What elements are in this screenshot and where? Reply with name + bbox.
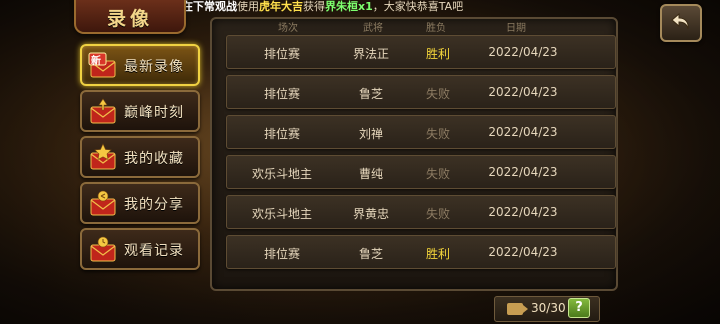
sidebar-item-history[interactable]: 观看记录 [80, 228, 200, 270]
help-button[interactable]: ? [568, 298, 590, 318]
replay-row[interactable]: 欢乐斗地主 曹纯 失败 2022/04/23 [226, 155, 616, 189]
column-header-result: 胜负 [426, 23, 446, 34]
favorite-star-icon [90, 143, 116, 170]
row-date: 2022/04/23 [488, 125, 558, 139]
column-header-general: 武将 [363, 23, 383, 34]
row-result: 失败 [425, 207, 450, 221]
row-date: 2022/04/23 [488, 45, 558, 59]
sidebar-item-label: 观看记录 [124, 243, 184, 259]
row-general: 鲁芝 [358, 87, 383, 101]
back-button[interactable] [660, 4, 702, 42]
row-date: 2022/04/23 [488, 245, 558, 259]
column-header-mode: 场次 [278, 23, 298, 34]
row-date: 2022/04/23 [488, 205, 558, 219]
row-mode: 排位赛 [263, 127, 300, 141]
sidebar-item-label: 我的收藏 [124, 151, 184, 167]
broadcast-part: ，大家快恭喜TA吧 [372, 0, 464, 13]
video-camera-icon [507, 303, 528, 315]
sidebar-item-label: 最新录像 [124, 59, 184, 75]
row-general: 鲁芝 [358, 247, 383, 261]
row-result: 失败 [425, 167, 450, 181]
broadcast-part: 获得 [303, 0, 325, 13]
broadcast-item: 虎年大吉 [259, 0, 303, 13]
replay-row[interactable]: 排位赛 界法正 胜利 2022/04/23 [226, 35, 616, 69]
row-mode: 排位赛 [263, 47, 300, 61]
row-mode: 排位赛 [263, 247, 300, 261]
row-general: 界黄忠 [352, 207, 389, 221]
page-title: 录像 [106, 8, 153, 30]
peak-moment-icon [90, 98, 116, 124]
broadcast-part: 使用 [237, 0, 259, 13]
broadcast-marquee: 玩家在下常观战使用虎年大吉获得界朱桓x1，大家快恭喜TA吧 [160, 0, 590, 14]
new-badge: 新 [91, 56, 101, 67]
row-general: 曹纯 [358, 167, 383, 181]
sidebar-item-latest[interactable]: 新 最新录像 [80, 44, 200, 86]
sidebar-item-shares[interactable]: 我的分享 [80, 182, 200, 224]
watch-history-icon [90, 236, 116, 262]
replay-row[interactable]: 排位赛 鲁芝 失败 2022/04/23 [226, 75, 616, 109]
replay-row[interactable]: 欢乐斗地主 界黄忠 失败 2022/04/23 [226, 195, 616, 229]
row-general: 界法正 [352, 47, 389, 61]
row-result: 失败 [425, 87, 450, 101]
broadcast-reward: 界朱桓x1 [325, 0, 373, 13]
row-general: 刘禅 [358, 127, 383, 141]
sidebar-item-label: 巅峰时刻 [124, 105, 184, 121]
share-icon [90, 190, 116, 216]
row-result: 失败 [425, 127, 450, 141]
replay-row[interactable]: 排位赛 刘禅 失败 2022/04/23 [226, 115, 616, 149]
row-mode: 欢乐斗地主 [251, 207, 312, 221]
title-tab: 录像 [74, 0, 186, 34]
row-result: 胜利 [425, 47, 450, 61]
back-arrow-icon [671, 12, 689, 30]
sidebar-item-label: 我的分享 [124, 197, 184, 213]
row-result: 胜利 [425, 247, 450, 261]
row-date: 2022/04/23 [488, 165, 558, 179]
row-mode: 欢乐斗地主 [251, 167, 312, 181]
sidebar-item-favorites[interactable]: 我的收藏 [80, 136, 200, 178]
broadcast-player: 在下常观战 [182, 0, 237, 13]
replay-count: 30/30 [531, 301, 566, 315]
sidebar-item-highlights[interactable]: 巅峰时刻 [80, 90, 200, 132]
row-mode: 排位赛 [263, 87, 300, 101]
replay-row[interactable]: 排位赛 鲁芝 胜利 2022/04/23 [226, 235, 616, 269]
row-date: 2022/04/23 [488, 85, 558, 99]
column-header-date: 日期 [506, 23, 526, 34]
